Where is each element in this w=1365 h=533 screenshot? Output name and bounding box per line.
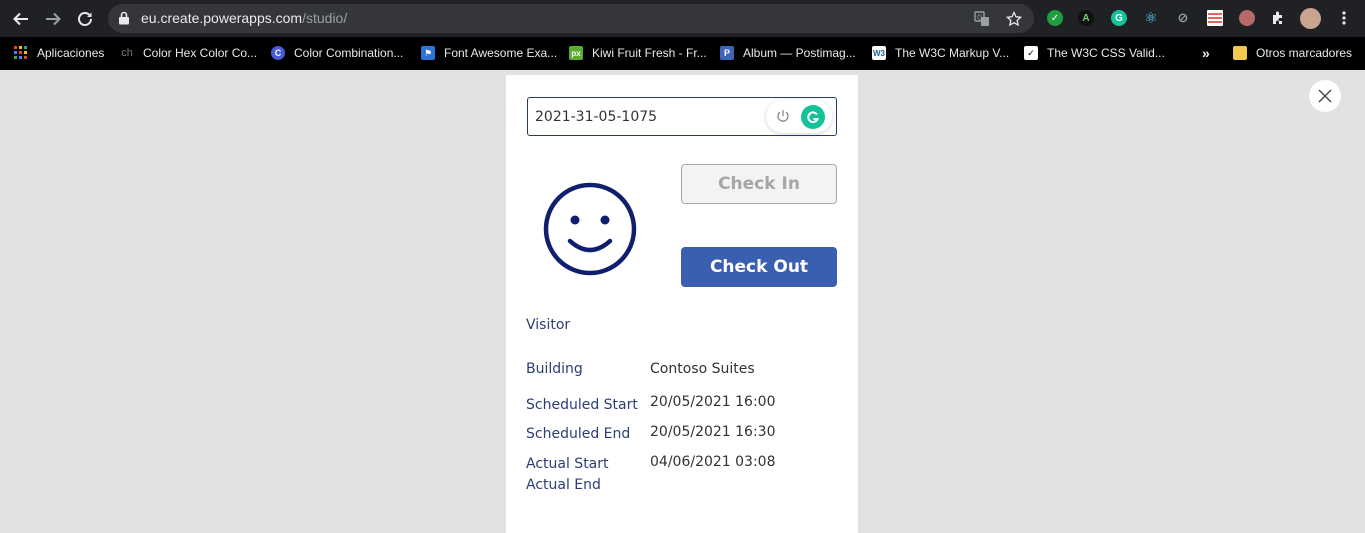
arrow-right-icon	[46, 12, 61, 26]
app-screen: Check In Check Out Visitor Building Cont…	[506, 75, 858, 533]
scheduled-start-value: 20/05/2021 16:00	[650, 394, 776, 410]
bookmark-label: Otros marcadores	[1256, 46, 1353, 60]
bookmark-label: The W3C Markup V...	[895, 46, 1010, 60]
close-icon	[1318, 89, 1332, 103]
kebab-menu-icon[interactable]	[1336, 10, 1352, 26]
power-icon[interactable]	[775, 108, 791, 124]
bookmark-color-combination[interactable]: C Color Combination...	[271, 44, 403, 62]
star-icon[interactable]	[1006, 11, 1022, 27]
bookmark-otros-marcadores[interactable]: Otros marcadores	[1233, 44, 1352, 62]
bookmark-kiwi[interactable]: px Kiwi Fruit Fresh - Fr...	[569, 44, 707, 62]
building-value: Contoso Suites	[650, 361, 755, 377]
smiley-icon	[543, 182, 637, 276]
bookmark-postimage[interactable]: P Album — Postimag...	[720, 44, 856, 62]
profile-avatar[interactable]	[1300, 8, 1321, 29]
scheduled-start-label: Scheduled Start	[526, 397, 638, 413]
bookmarks-overflow-button[interactable]: »	[1202, 44, 1210, 62]
actual-end-label: Actual End	[526, 477, 601, 493]
folder-icon	[1233, 46, 1247, 60]
bookmark-w3c-markup[interactable]: W3 The W3C Markup V...	[872, 44, 1009, 62]
px-icon: px	[569, 46, 583, 60]
url-path: /studio/	[302, 10, 348, 26]
check-in-button[interactable]: Check In	[681, 164, 837, 204]
arrow-left-icon	[13, 12, 28, 26]
round-extension-icon[interactable]	[1239, 10, 1255, 26]
bookmark-label: Aplicaciones	[37, 46, 105, 60]
check-out-button[interactable]: Check Out	[681, 247, 837, 287]
scheduled-end-value: 20/05/2021 16:30	[650, 424, 776, 440]
red-grid-extension-icon[interactable]	[1207, 10, 1223, 26]
disabled-extension-icon[interactable]: ⊘	[1175, 10, 1191, 26]
reload-button[interactable]	[73, 7, 97, 31]
apps-grid-icon	[14, 46, 28, 60]
grammarly-icon[interactable]	[801, 105, 825, 129]
bookmark-label: Album — Postimag...	[743, 46, 856, 60]
visit-id-field[interactable]	[527, 97, 837, 136]
flag-icon: ⚑	[421, 46, 435, 60]
actual-start-value: 04/06/2021 03:08	[650, 454, 776, 470]
building-label: Building	[526, 361, 583, 377]
url-text: eu.create.powerapps.com/studio/	[141, 10, 347, 26]
bookmark-label: Font Awesome Exa...	[444, 46, 558, 60]
bookmark-font-awesome[interactable]: ⚑ Font Awesome Exa...	[421, 44, 557, 62]
bookmark-label: The W3C CSS Valid...	[1047, 46, 1165, 60]
w3c-css-icon: ✓	[1024, 46, 1038, 60]
grammarly-extension-icon[interactable]: G	[1111, 10, 1127, 26]
browser-toolbar: eu.create.powerapps.com/studio/ G ✓ A G …	[0, 0, 1365, 37]
back-button[interactable]	[9, 7, 33, 31]
bookmarks-bar: Aplicaciones ch Color Hex Color Co... C …	[0, 37, 1365, 70]
url-host: eu.create.powerapps.com	[141, 10, 303, 26]
visitor-label: Visitor	[526, 317, 571, 333]
p-icon: P	[720, 46, 734, 60]
visit-id-input[interactable]	[535, 107, 765, 127]
react-devtools-icon[interactable]: ⚛	[1143, 10, 1159, 27]
actual-start-label: Actual Start	[526, 456, 609, 472]
check-extension-icon[interactable]: ✓	[1047, 10, 1063, 26]
scheduled-end-label: Scheduled End	[526, 426, 631, 442]
bookmark-label: Kiwi Fruit Fresh - Fr...	[592, 46, 707, 60]
reload-icon	[78, 12, 92, 26]
grammarly-widget[interactable]	[766, 100, 832, 133]
bookmark-aplicaciones[interactable]: Aplicaciones	[14, 44, 104, 62]
forward-button[interactable]	[41, 7, 65, 31]
bookmark-w3c-css[interactable]: ✓ The W3C CSS Valid...	[1024, 44, 1165, 62]
close-button[interactable]	[1309, 80, 1341, 112]
w3c-icon: W3	[872, 46, 886, 60]
a-extension-icon[interactable]: A	[1078, 10, 1094, 26]
bookmark-label: Color Hex Color Co...	[143, 46, 258, 60]
c-circle-icon: C	[271, 46, 285, 60]
bookmark-colorhex[interactable]: ch Color Hex Color Co...	[120, 44, 257, 62]
colorhex-icon: ch	[121, 47, 133, 59]
lock-icon	[119, 11, 129, 25]
translate-icon[interactable]: G	[974, 11, 990, 27]
bookmark-label: Color Combination...	[294, 46, 404, 60]
address-bar[interactable]: eu.create.powerapps.com/studio/ G	[108, 4, 1034, 33]
puzzle-icon[interactable]	[1270, 10, 1286, 26]
